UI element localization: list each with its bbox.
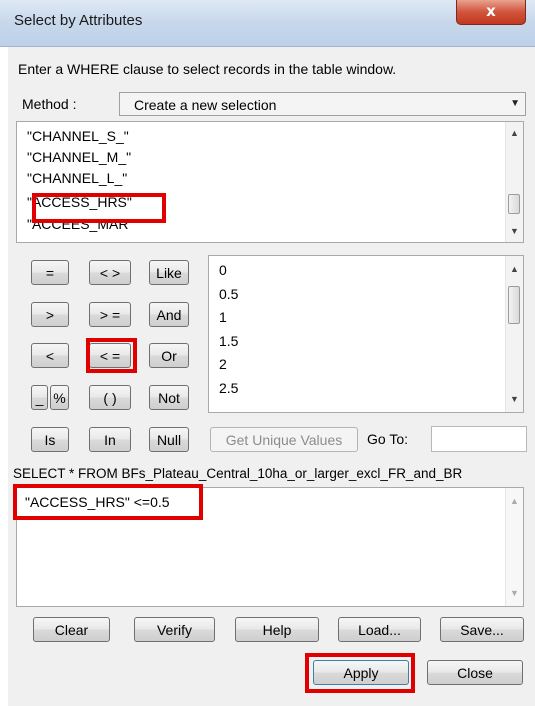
goto-label: Go To: (367, 431, 408, 447)
goto-input[interactable] (431, 426, 527, 452)
op-parens-button[interactable]: ( ) (89, 385, 131, 410)
close-icon: x (486, 2, 496, 20)
field-item-channel-l[interactable]: "CHANNEL_L_" (27, 170, 127, 186)
scroll-up-icon[interactable]: ▲ (506, 128, 523, 138)
field-item-channel-s[interactable]: "CHANNEL_S_" (27, 128, 129, 144)
value-item[interactable]: 1 (219, 309, 227, 325)
method-selected-value: Create a new selection (134, 97, 277, 113)
scroll-up-icon[interactable]: ▲ (506, 264, 523, 274)
op-not-button[interactable]: Not (149, 385, 189, 410)
values-scrollbar[interactable]: ▲ ▼ (505, 256, 523, 412)
value-item[interactable]: 1.5 (219, 333, 238, 349)
op-greater-equal-button[interactable]: > = (89, 302, 131, 327)
op-underscore-button[interactable]: _ (31, 385, 48, 410)
instructions-text: Enter a WHERE clause to select records i… (18, 61, 397, 77)
dialog-body: Enter a WHERE clause to select records i… (8, 47, 535, 706)
verify-button[interactable]: Verify (134, 617, 215, 642)
save-button[interactable]: Save... (440, 617, 524, 642)
window-title: Select by Attributes (14, 12, 143, 29)
op-less-button[interactable]: < (31, 343, 69, 368)
highlight-access-hrs-field (32, 193, 166, 223)
field-item-channel-m[interactable]: "CHANNEL_M_" (27, 149, 131, 165)
scroll-thumb[interactable] (508, 194, 520, 214)
help-button[interactable]: Help (235, 617, 319, 642)
scroll-thumb[interactable] (508, 286, 520, 324)
value-item[interactable]: 0.5 (219, 286, 238, 302)
highlight-expression (13, 484, 203, 520)
method-dropdown[interactable]: Create a new selection ▼ (119, 92, 526, 116)
title-bar: Select by Attributes x (0, 0, 535, 47)
scroll-down-icon[interactable]: ▼ (506, 226, 523, 236)
op-equals-button[interactable]: = (31, 260, 69, 285)
scroll-up-icon[interactable]: ▲ (506, 496, 523, 506)
op-not-equal-button[interactable]: < > (89, 260, 131, 285)
value-item[interactable]: 0 (219, 262, 227, 278)
close-button[interactable]: Close (427, 660, 523, 685)
highlight-less-equal-button (86, 338, 137, 373)
op-is-button[interactable]: Is (31, 427, 69, 452)
highlight-apply-button (305, 653, 415, 693)
expression-scrollbar[interactable]: ▲ ▼ (505, 488, 523, 606)
scroll-down-icon[interactable]: ▼ (506, 588, 523, 598)
clear-button[interactable]: Clear (33, 617, 110, 642)
op-greater-button[interactable]: > (31, 302, 69, 327)
method-label: Method : (22, 96, 77, 112)
op-null-button[interactable]: Null (149, 427, 189, 452)
op-in-button[interactable]: In (89, 427, 131, 452)
value-item[interactable]: 2 (219, 356, 227, 372)
get-unique-values-button[interactable]: Get Unique Values (210, 427, 358, 452)
scroll-down-icon[interactable]: ▼ (506, 394, 523, 404)
close-window-button[interactable]: x (456, 0, 526, 25)
op-like-button[interactable]: Like (149, 260, 189, 285)
fields-scrollbar[interactable]: ▲ ▼ (505, 122, 523, 242)
op-and-button[interactable]: And (149, 302, 189, 327)
op-percent-button[interactable]: % (50, 385, 69, 410)
sql-prefix-text: SELECT * FROM BFs_Plateau_Central_10ha_o… (13, 466, 463, 481)
value-item[interactable]: 2.5 (219, 380, 238, 396)
load-button[interactable]: Load... (338, 617, 421, 642)
unique-values-list[interactable]: 0 0.5 1 1.5 2 2.5 ▲ ▼ (208, 255, 524, 413)
fields-list[interactable]: "CHANNEL_S_" "CHANNEL_M_" "CHANNEL_L_" "… (16, 121, 524, 243)
chevron-down-icon: ▼ (510, 98, 520, 109)
op-or-button[interactable]: Or (149, 343, 189, 368)
